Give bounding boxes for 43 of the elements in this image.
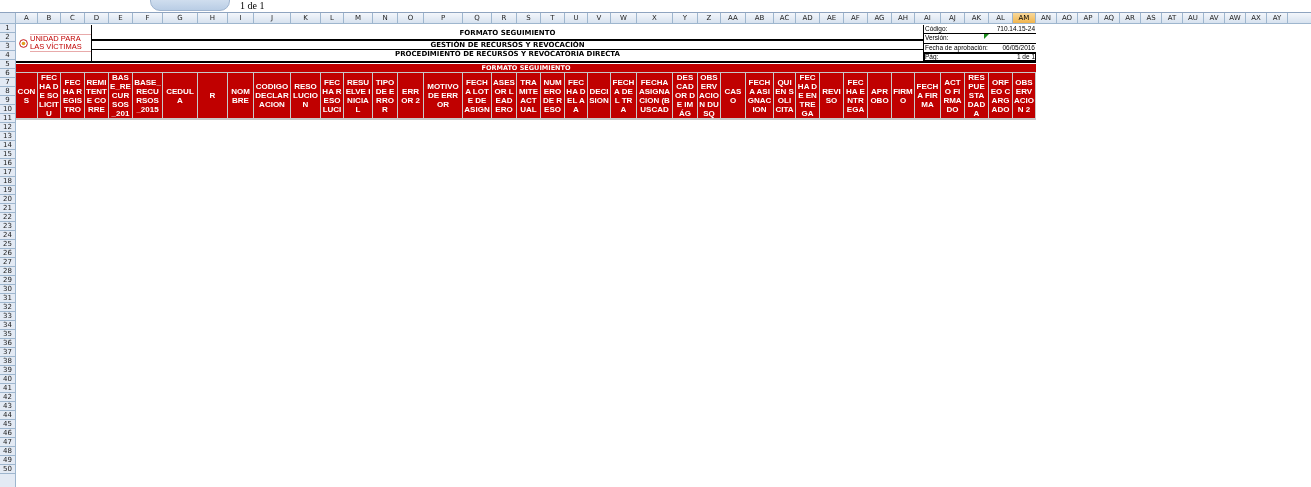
column-heading: APROBO xyxy=(868,73,891,118)
column-heading: TIPO DE ERROR xyxy=(373,73,397,118)
column-heading: FECHA DEL TRA xyxy=(611,73,636,118)
column-heading: RESOLUCION xyxy=(291,73,320,118)
column-heading: FECHA ENTREGA xyxy=(844,73,867,118)
column-heading: MOTIVO DE ERROR xyxy=(424,73,462,118)
column-heading: ASESOR LEADERO xyxy=(492,73,516,118)
column-heading: ORFEO CARGADO xyxy=(989,73,1012,118)
column-heading: RESUELVE INICIAL xyxy=(344,73,372,118)
column-heading: REMITENTE CORRE xyxy=(85,73,108,118)
page-indicator: 1 de 1 xyxy=(240,0,265,11)
comment-indicator-icon xyxy=(984,34,989,40)
column-heading: CASO xyxy=(721,73,745,118)
column-heading: CODIGO DECLARACION xyxy=(254,73,290,118)
column-heading: FECHA DEL AA xyxy=(565,73,587,118)
column-heading: FECHA ASIGNACION xyxy=(746,73,773,118)
column-heading: FECHA LOTE DE ASIGN xyxy=(463,73,491,118)
column-heading: FECHA DE SOLICITU xyxy=(38,73,60,118)
column-heading: ERROR 2 xyxy=(398,73,423,118)
column-heading: FIRMO xyxy=(892,73,914,118)
column-heading: BASE_RECURSOS_201 xyxy=(109,73,132,118)
column-heading: REVISO xyxy=(820,73,843,118)
column-heading: CEDULA xyxy=(163,73,197,118)
column-heading: DECISION xyxy=(588,73,610,118)
column-heading: FECHA REGISTRO xyxy=(61,73,84,118)
column-heading: NOMBRE xyxy=(228,73,253,118)
column-heading: DESCADOR DE IMÁG xyxy=(673,73,697,118)
select-all-corner[interactable] xyxy=(0,13,16,24)
column-heading: RESPUESTA DADA xyxy=(965,73,988,118)
seal-icon xyxy=(19,38,28,48)
column-heading: BASE_RECURSOS_2015 xyxy=(133,73,162,118)
column-heading: ACTO FIRMADO xyxy=(941,73,964,118)
column-heading: FECHA RESOLUCI xyxy=(321,73,343,118)
column-heading: R xyxy=(198,73,227,118)
column-heading: FECHA FIRMA xyxy=(915,73,940,118)
column-heading: OBSERVACION 2 xyxy=(1013,73,1035,118)
column-heading: FECHA ASIGNACION (BUSCAD xyxy=(637,73,672,118)
column-heading: CONS xyxy=(16,73,37,118)
column-heading: OBSERVACION DUSQ xyxy=(698,73,720,118)
column-heading: TRAMITE ACTUAL xyxy=(517,73,540,118)
column-heading: FECHA DE ENTREGA xyxy=(796,73,819,118)
column-heading: QUIEN SOLICITA xyxy=(774,73,795,118)
column-heading: NUMERO DE RESO xyxy=(541,73,564,118)
